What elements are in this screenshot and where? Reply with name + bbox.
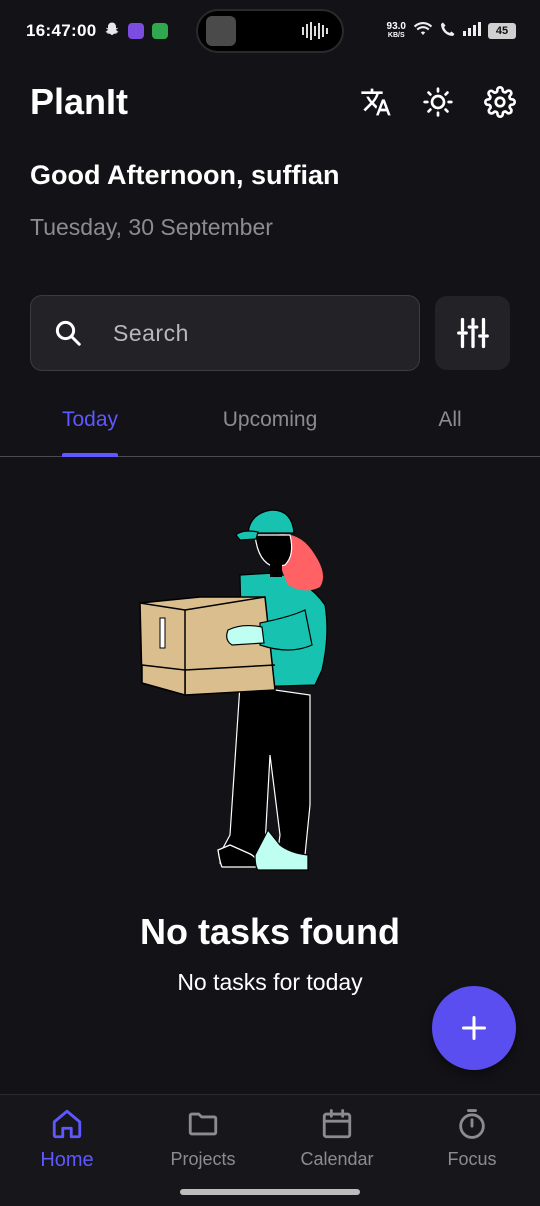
- search-icon: [55, 320, 81, 346]
- task-tabs: Today Upcoming All: [0, 384, 540, 457]
- calendar-icon: [322, 1109, 352, 1139]
- app-notification-icon: [152, 23, 169, 39]
- net-speed: 93.0 KB/S: [387, 22, 406, 40]
- theme-toggle-button[interactable]: [418, 82, 458, 122]
- nav-home-label: Home: [40, 1149, 94, 1171]
- date-text: Tuesday, 30 September: [30, 214, 273, 240]
- status-time: 16:47:00: [26, 21, 97, 40]
- nav-calendar[interactable]: Calendar: [277, 1107, 397, 1170]
- nav-focus[interactable]: Focus: [412, 1107, 532, 1170]
- settings-button[interactable]: [480, 82, 520, 122]
- folder-icon: [188, 1112, 218, 1136]
- audio-wave-icon: [302, 22, 328, 40]
- status-bar: 16:47:00 93.0 KB/S 45: [0, 0, 540, 62]
- brightness-icon: [423, 87, 453, 117]
- nav-projects[interactable]: Projects: [143, 1107, 263, 1170]
- battery-icon: 45: [488, 23, 516, 39]
- nav-focus-label: Focus: [447, 1149, 497, 1169]
- signal-icon: [463, 21, 481, 41]
- filter-sliders-icon: [456, 317, 489, 349]
- app-header: PlanIt: [30, 78, 520, 126]
- empty-state-illustration: [139, 509, 328, 871]
- dynamic-island[interactable]: [196, 9, 344, 53]
- nav-projects-label: Projects: [170, 1149, 236, 1169]
- call-icon: [440, 21, 456, 42]
- status-right: 93.0 KB/S 45: [387, 21, 516, 42]
- plus-icon: [461, 1015, 487, 1041]
- nav-calendar-label: Calendar: [300, 1149, 374, 1169]
- filter-button[interactable]: [435, 296, 510, 370]
- tab-active-indicator: [62, 453, 118, 457]
- translate-icon: [361, 88, 391, 116]
- add-task-button[interactable]: [432, 986, 516, 1070]
- snapchat-icon: [104, 21, 120, 42]
- timer-icon: [459, 1109, 485, 1139]
- app-title: PlanIt: [30, 81, 129, 122]
- tab-upcoming[interactable]: Upcoming: [205, 408, 335, 432]
- empty-state-title: No tasks found: [139, 911, 400, 952]
- home-indicator-bar[interactable]: [180, 1189, 360, 1195]
- home-icon: [52, 1109, 82, 1139]
- translate-button[interactable]: [356, 82, 396, 122]
- net-speed-unit: KB/S: [387, 32, 405, 39]
- net-speed-value: 93.0: [386, 21, 406, 32]
- app-notification-icon: [128, 23, 145, 39]
- tab-all[interactable]: All: [420, 408, 480, 432]
- search-box[interactable]: [30, 295, 420, 371]
- media-artwork: [206, 16, 236, 46]
- settings-icon: [484, 86, 516, 118]
- nav-home[interactable]: Home: [7, 1107, 127, 1172]
- wifi-icon: [413, 21, 433, 42]
- header-actions: [356, 82, 520, 122]
- greeting-text: Good Afternoon, suffian: [30, 160, 340, 190]
- tab-today[interactable]: Today: [50, 408, 130, 432]
- status-left: 16:47:00: [26, 21, 169, 42]
- search-input[interactable]: [113, 319, 383, 347]
